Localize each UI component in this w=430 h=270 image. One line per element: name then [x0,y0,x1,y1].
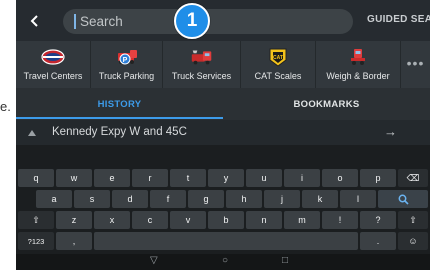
category-weigh-border[interactable]: Weigh & Border [316,41,401,88]
key-o[interactable]: o [322,169,358,187]
nav-recents-icon[interactable]: □ [282,255,288,266]
category-label: CAT Scales [254,71,302,81]
truck-parking-icon: P [114,47,140,67]
onscreen-keyboard: q w e r t y u i o p ⌫ a s d f g h j k l [16,145,430,270]
key-q[interactable]: q [18,169,54,187]
category-cat-scales[interactable]: CAT CAT Scales [241,41,316,88]
guided-search-button[interactable]: GUIDED SEARCH [367,14,430,25]
key-comma[interactable]: , [56,232,92,250]
search-key[interactable] [378,190,428,208]
key-s[interactable]: s [74,190,110,208]
back-button[interactable] [16,7,54,35]
app-screen: GUIDED SEARCH 1 Travel Centers [16,0,430,270]
key-n[interactable]: n [246,211,282,229]
search-icon [398,194,409,205]
key-e[interactable]: e [94,169,130,187]
category-bar: Travel Centers P Truck Parking Truck Ser… [16,41,430,88]
key-g[interactable]: g [188,190,224,208]
chevron-left-icon [30,15,38,27]
more-categories-button[interactable]: ••• [401,41,430,88]
history-list-item[interactable]: Kennedy Expy W and 45C → [16,120,430,145]
key-a[interactable]: a [36,190,72,208]
key-j[interactable]: j [264,190,300,208]
weigh-border-icon [345,47,371,67]
truck-services-icon [189,47,215,67]
key-i[interactable]: i [284,169,320,187]
top-bar: GUIDED SEARCH 1 [16,0,430,41]
backspace-key[interactable]: ⌫ [398,169,428,187]
nav-back-icon[interactable]: ▽ [150,255,158,266]
key-question[interactable]: ? [360,211,396,229]
key-m[interactable]: m [284,211,320,229]
svg-text:P: P [122,57,127,64]
tab-bar: HISTORY BOOKMARKS [16,88,430,120]
category-label: Travel Centers [23,71,83,81]
space-bar[interactable] [94,232,358,250]
key-period[interactable]: . [360,232,396,250]
key-b[interactable]: b [208,211,244,229]
more-dots-icon: ••• [406,55,425,71]
navigate-arrow-icon[interactable]: → [384,124,397,139]
category-label: Weigh & Border [326,71,390,81]
shift-key-right[interactable]: ⇧ [398,211,428,229]
key-k[interactable]: k [302,190,338,208]
key-d[interactable]: d [112,190,148,208]
category-truck-parking[interactable]: P Truck Parking [91,41,163,88]
shift-key-left[interactable]: ⇧ [18,211,54,229]
system-navigation-bar: ▽ ○ □ [16,254,430,270]
margin-text-fragment: e. [0,99,11,114]
key-exclamation[interactable]: ! [322,211,358,229]
active-tab-indicator [16,117,223,119]
key-h[interactable]: h [226,190,262,208]
key-x[interactable]: x [94,211,130,229]
category-truck-services[interactable]: Truck Services [163,41,241,88]
travel-centers-logo-icon [40,47,66,67]
screenshot-frame: e. GUIDED SEARCH 1 [0,0,430,270]
emoji-key[interactable]: ☺ [398,232,428,250]
category-label: Truck Services [171,71,232,81]
tab-history[interactable]: HISTORY [16,88,223,120]
category-label: Truck Parking [98,71,155,81]
step-number-badge: 1 [174,3,210,39]
key-w[interactable]: w [56,169,92,187]
category-travel-centers[interactable]: Travel Centers [16,41,91,88]
key-c[interactable]: c [132,211,168,229]
key-t[interactable]: t [170,169,206,187]
location-pin-icon [28,130,36,136]
history-item-label: Kennedy Expy W and 45C [52,126,187,138]
key-y[interactable]: y [208,169,244,187]
key-f[interactable]: f [150,190,186,208]
key-l[interactable]: l [340,190,376,208]
svg-text:CAT: CAT [273,55,283,61]
key-p[interactable]: p [360,169,396,187]
key-u[interactable]: u [246,169,282,187]
key-r[interactable]: r [132,169,168,187]
text-cursor [74,14,76,29]
key-v[interactable]: v [170,211,206,229]
page-margin: e. [0,0,16,270]
tab-bookmarks[interactable]: BOOKMARKS [223,88,430,120]
key-z[interactable]: z [56,211,92,229]
symbols-key[interactable]: ?123 [18,232,54,250]
nav-home-icon[interactable]: ○ [222,255,228,266]
cat-scales-icon: CAT [265,47,291,67]
